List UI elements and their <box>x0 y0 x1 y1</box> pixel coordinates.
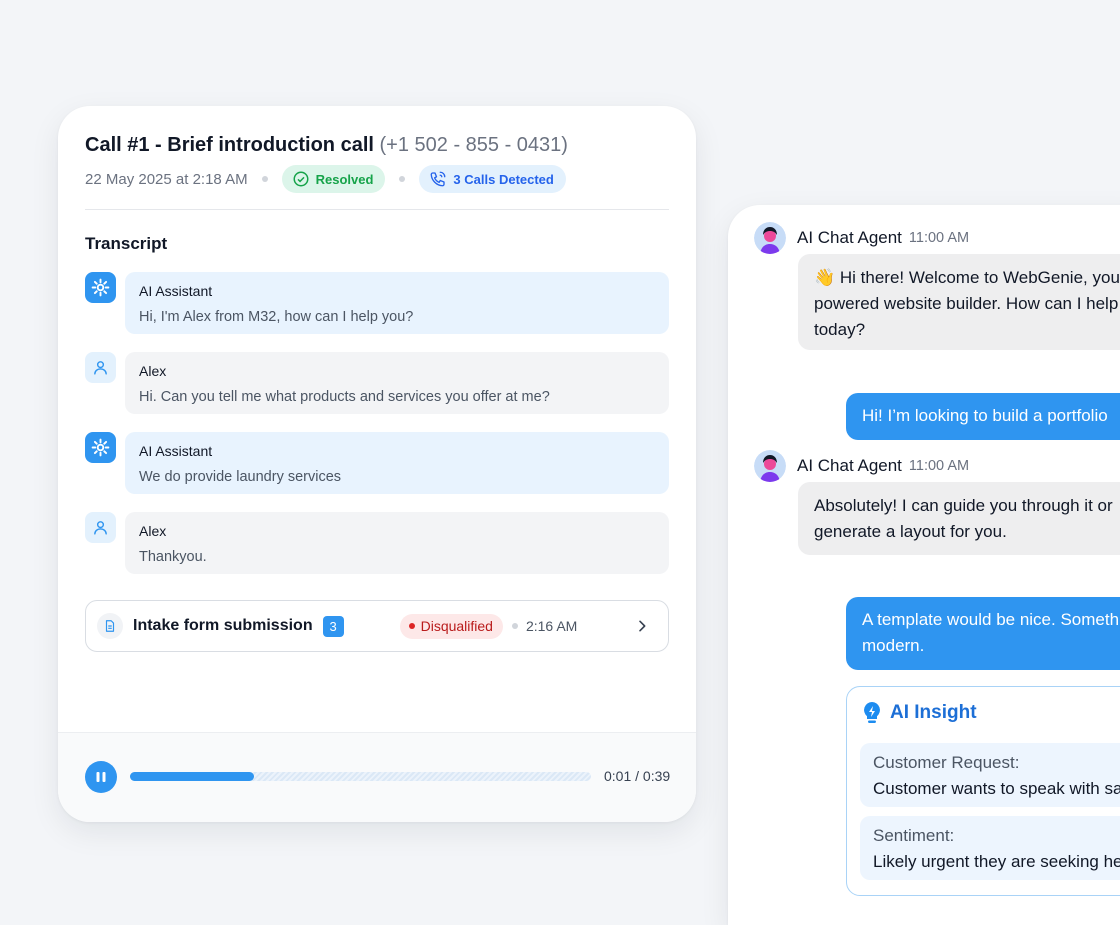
submission-count-badge: 3 <box>322 615 344 637</box>
message-time: 11:00 AM <box>908 458 970 474</box>
user-icon <box>94 361 107 375</box>
agent-message-header: AI Chat Agent 11:00 AM <box>754 222 969 254</box>
call-details-card: Call #1 - Brief introduction call (+1 50… <box>58 106 696 822</box>
call-meta-row: 22 May 2025 at 2:18 AM Resolved 3 Calls … <box>85 164 669 194</box>
agent-name: AI Chat Agent <box>797 228 902 247</box>
customer-request-card: Customer Request: Customer wants to spea… <box>860 743 1120 807</box>
agent-avatar <box>754 222 786 254</box>
audio-player: 0:01 / 0:39 <box>58 732 696 822</box>
ai-insight-card: AI Insight Customer Request: Customer wa… <box>846 686 1120 896</box>
intake-form-label: Intake form submission <box>133 617 313 634</box>
disqualified-label: Disqualified <box>420 618 493 634</box>
resolved-label: Resolved <box>315 171 374 187</box>
disqualified-badge: Disqualified <box>399 613 503 639</box>
call-header: Call #1 - Brief introduction call (+1 50… <box>85 132 669 194</box>
document-icon <box>97 613 123 639</box>
transcript-message: Alex Hi. Can you tell me what products a… <box>85 352 669 414</box>
ai-insight-header: AI Insight <box>862 701 977 725</box>
agent-message-header: AI Chat Agent 11:00 AM <box>754 450 969 482</box>
sentiment-card: Sentiment: Likely urgent they are seekin… <box>860 816 1120 880</box>
calls-detected-label: 3 Calls Detected <box>453 171 554 187</box>
transcript-message: AI Assistant Hi, I'm Alex from M32, how … <box>85 272 669 334</box>
ai-logo-icon <box>91 438 110 457</box>
ai-logo-icon <box>91 278 110 297</box>
message-bubble: Alex Thankyou. <box>125 512 669 574</box>
separator-dot <box>261 176 268 182</box>
transcript-heading: Transcript <box>85 234 168 253</box>
agent-message-bubble: 👋 Hi there! Welcome to WebGenie, your AI… <box>798 254 1120 350</box>
phone-ringing-icon <box>430 171 446 187</box>
pause-icon <box>96 772 106 782</box>
transcript-message: Alex Thankyou. <box>85 512 669 574</box>
message-bubble: AI Assistant Hi, I'm Alex from M32, how … <box>125 272 669 334</box>
status-dot <box>408 623 415 629</box>
separator-dot <box>511 623 518 629</box>
agent-message-bubble: Absolutely! I can guide you through it o… <box>798 482 1120 555</box>
intake-form-row[interactable]: Intake form submission 3 Disqualified 2:… <box>85 600 669 652</box>
message-text: Thankyou. <box>139 549 207 565</box>
playback-progress-fill <box>130 772 255 781</box>
form-time: 2:16 AM <box>525 618 578 634</box>
separator-dot <box>399 176 406 182</box>
chat-panel: AI Chat Agent 11:00 AM 👋 Hi there! Welco… <box>728 205 1120 925</box>
message-time: 11:00 AM <box>908 230 970 246</box>
message-text: Hi, I'm Alex from M32, how can I help yo… <box>139 309 414 325</box>
message-bubble: AI Assistant We do provide laundry servi… <box>125 432 669 494</box>
user-message-bubble: Hi! I’m looking to build a portfolio <box>846 393 1120 440</box>
chevron-right-icon[interactable] <box>634 618 650 634</box>
insight-label: Sentiment: <box>873 826 955 845</box>
ai-insight-title: AI Insight <box>890 702 977 723</box>
message-bubble: Alex Hi. Can you tell me what products a… <box>125 352 669 414</box>
calls-detected-badge[interactable]: 3 Calls Detected <box>419 165 566 193</box>
playback-time: 0:01 / 0:39 <box>604 768 671 784</box>
header-divider <box>85 209 669 210</box>
agent-avatar <box>754 450 786 482</box>
resolved-badge[interactable]: Resolved <box>281 165 386 193</box>
ai-assistant-avatar <box>85 432 116 463</box>
insight-value: Likely urgent they are seeking help <box>873 852 1120 871</box>
call-phone-number: (+1 502 - 855 - 0431) <box>379 134 568 156</box>
check-circle-icon <box>293 171 309 187</box>
message-speaker: AI Assistant <box>139 283 213 299</box>
insight-label: Customer Request: <box>873 753 1020 772</box>
user-avatar <box>85 512 116 543</box>
call-title-line: Call #1 - Brief introduction call (+1 50… <box>85 132 669 158</box>
ai-assistant-avatar <box>85 272 116 303</box>
call-title: Call #1 - Brief introduction call <box>85 134 374 156</box>
user-message-bubble: A template would be nice. Something mode… <box>846 597 1120 670</box>
message-speaker: AI Assistant <box>139 443 213 459</box>
message-text: Hi. Can you tell me what products and se… <box>139 389 550 405</box>
playback-progress-bar[interactable] <box>130 772 591 781</box>
call-date: 22 May 2025 at 2:18 AM <box>85 170 248 188</box>
pause-button[interactable] <box>85 761 117 793</box>
message-text: We do provide laundry services <box>139 469 342 485</box>
agent-name: AI Chat Agent <box>797 456 902 475</box>
lightbulb-icon <box>864 702 880 723</box>
user-avatar <box>85 352 116 383</box>
message-speaker: Alex <box>139 363 167 379</box>
transcript-message: AI Assistant We do provide laundry servi… <box>85 432 669 494</box>
user-icon <box>94 521 107 535</box>
message-speaker: Alex <box>139 523 167 539</box>
insight-value: Customer wants to speak with sales <box>873 779 1120 798</box>
